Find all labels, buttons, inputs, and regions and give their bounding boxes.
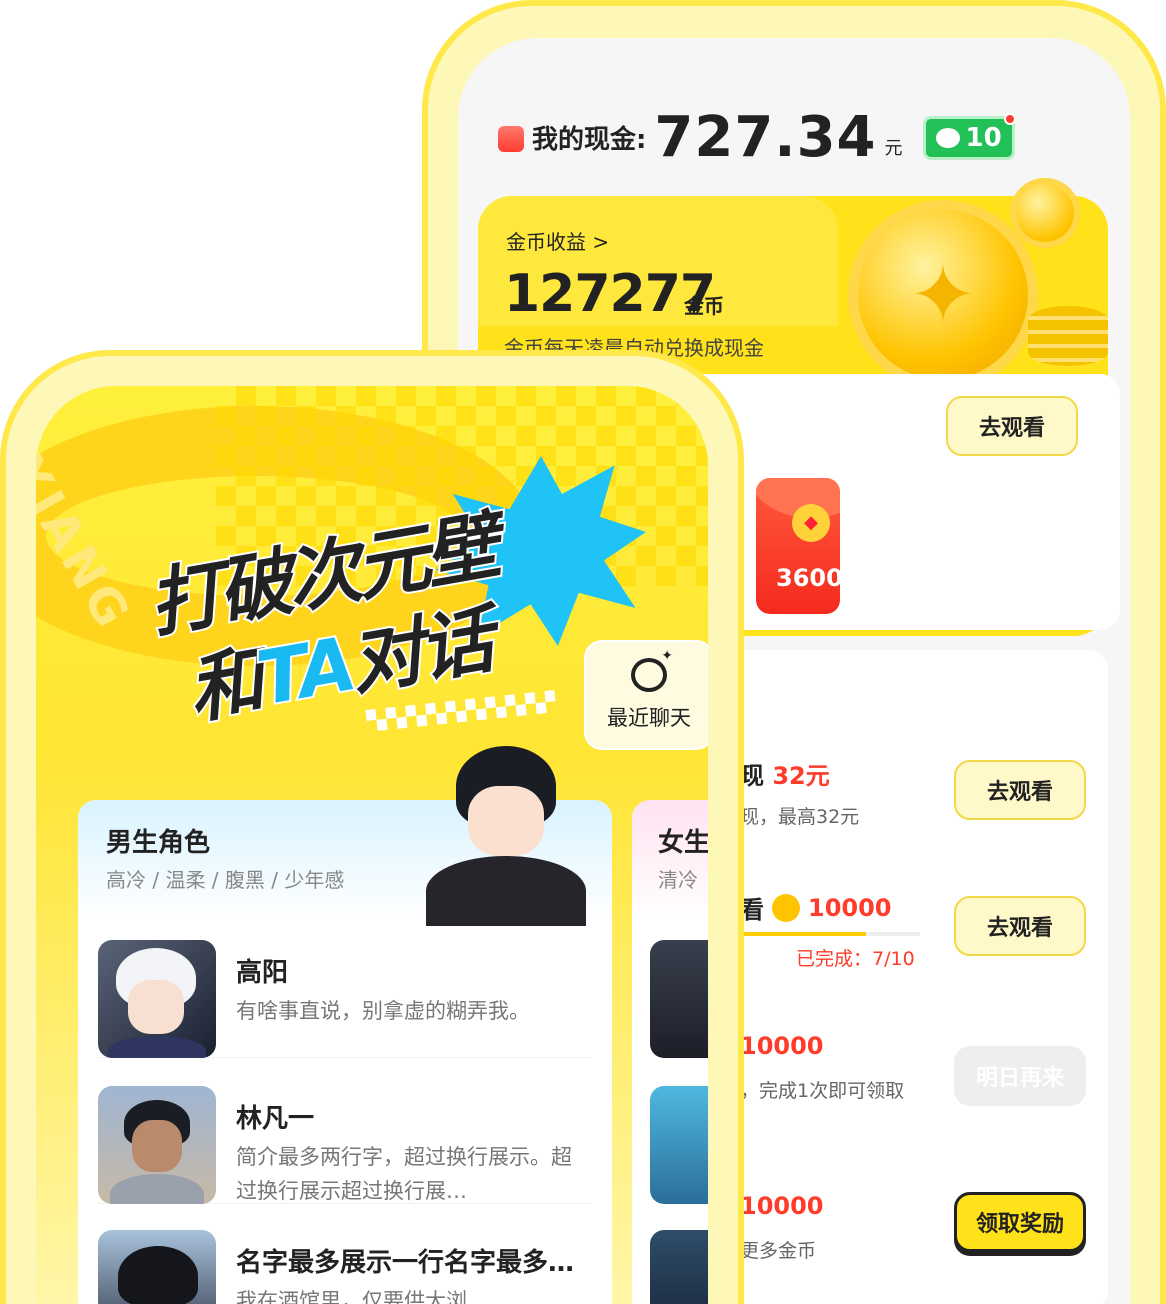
hero-character-image <box>426 746 586 926</box>
coin-seal-icon: ◆ <box>792 504 830 542</box>
role-name: 林凡一 <box>236 1104 315 1134</box>
chat-roles-screen: XIANG 打破次元壁 和TA对话 最近聊天 男生角色 高冷 / 温柔 / 腹黑… <box>36 386 708 1304</box>
avatar <box>98 1086 216 1204</box>
avatar <box>98 1230 216 1304</box>
cash-balance: 我的现金: 727.34 元 10 <box>498 105 1016 170</box>
cash-label: 我的现金: <box>532 125 647 155</box>
claim-reward-button[interactable]: 领取奖励 <box>954 1192 1086 1252</box>
role-item[interactable]: 林凡一 简介最多两行字，超过换行展示。超过换行展示超过换行展… <box>98 1074 592 1204</box>
red-packet-icon <box>498 126 524 152</box>
task-3-title: 10000 <box>740 1032 824 1060</box>
avatar <box>98 940 216 1058</box>
wechat-icon <box>935 128 960 148</box>
task-2-watch-button[interactable]: 去观看 <box>954 896 1086 956</box>
female-roles-title: 女生 <box>658 828 708 858</box>
wechat-withdraw-badge[interactable]: 10 <box>922 113 1016 160</box>
role-desc: 有啥事直说，别拿虚的糊弄我。 <box>236 999 530 1023</box>
gold-unit: 金币 <box>684 294 724 318</box>
male-roles-title: 男生角色 <box>106 828 211 858</box>
gold-income-link[interactable]: 金币收益 > <box>506 226 609 255</box>
avatar <box>650 1086 708 1204</box>
wechat-badge-count: 10 <box>965 123 1002 153</box>
cash-amount: 727.34 <box>654 105 877 170</box>
coin-icon <box>772 893 800 922</box>
chat-bubble-icon <box>631 648 673 692</box>
task-1-watch-button[interactable]: 去观看 <box>954 760 1086 820</box>
recent-chats-label: 最近聊天 <box>607 706 691 730</box>
red-packet-3[interactable]: ◆ 3600 <box>756 478 840 614</box>
small-coin-icon <box>1010 178 1080 248</box>
role-name: 高阳 <box>236 958 289 988</box>
gold-coin-icon: ✦ <box>848 200 1038 390</box>
role-desc: 我在酒馆里，仅要供大浏 <box>236 1289 467 1304</box>
role-item[interactable]: 名字最多展示一行名字最多… 我在酒馆里，仅要供大浏 <box>98 1218 592 1304</box>
female-roles-tags: 清冷 <box>658 868 698 892</box>
male-roles-tags: 高冷 / 温柔 / 腹黑 / 少年感 <box>106 868 345 892</box>
notification-dot <box>1003 113 1016 125</box>
coin-stack-icon <box>1028 306 1108 366</box>
recent-chats-button[interactable]: 最近聊天 <box>584 640 708 750</box>
task-1-title: 现 32元 <box>740 762 830 790</box>
come-back-tomorrow-button[interactable]: 明日再来 <box>954 1046 1086 1106</box>
task-2-progress-text: 已完成：7/10 <box>796 948 915 970</box>
watch-video-button[interactable]: 去观看 <box>946 396 1078 456</box>
role-desc: 简介最多两行字，超过换行展示。超过换行展示超过换行展… <box>236 1145 572 1203</box>
task-3-sub: ，完成1次即可领取 <box>740 1080 905 1102</box>
cash-unit: 元 <box>884 138 903 159</box>
task-2-title: 看 10000 <box>740 893 892 924</box>
female-roles-card: 女生 清冷 <box>632 800 708 1304</box>
task-4-sub: 更多金币 <box>740 1240 817 1262</box>
avatar <box>650 940 708 1058</box>
avatar <box>650 1230 708 1304</box>
task-1-sub: 现，最高32元 <box>740 806 860 828</box>
red-packet-value: 3600 <box>776 564 840 592</box>
role-name: 名字最多展示一行名字最多… <box>236 1248 575 1278</box>
task-2-progress-bar <box>740 932 920 936</box>
task-4-title: 10000 <box>740 1192 824 1220</box>
